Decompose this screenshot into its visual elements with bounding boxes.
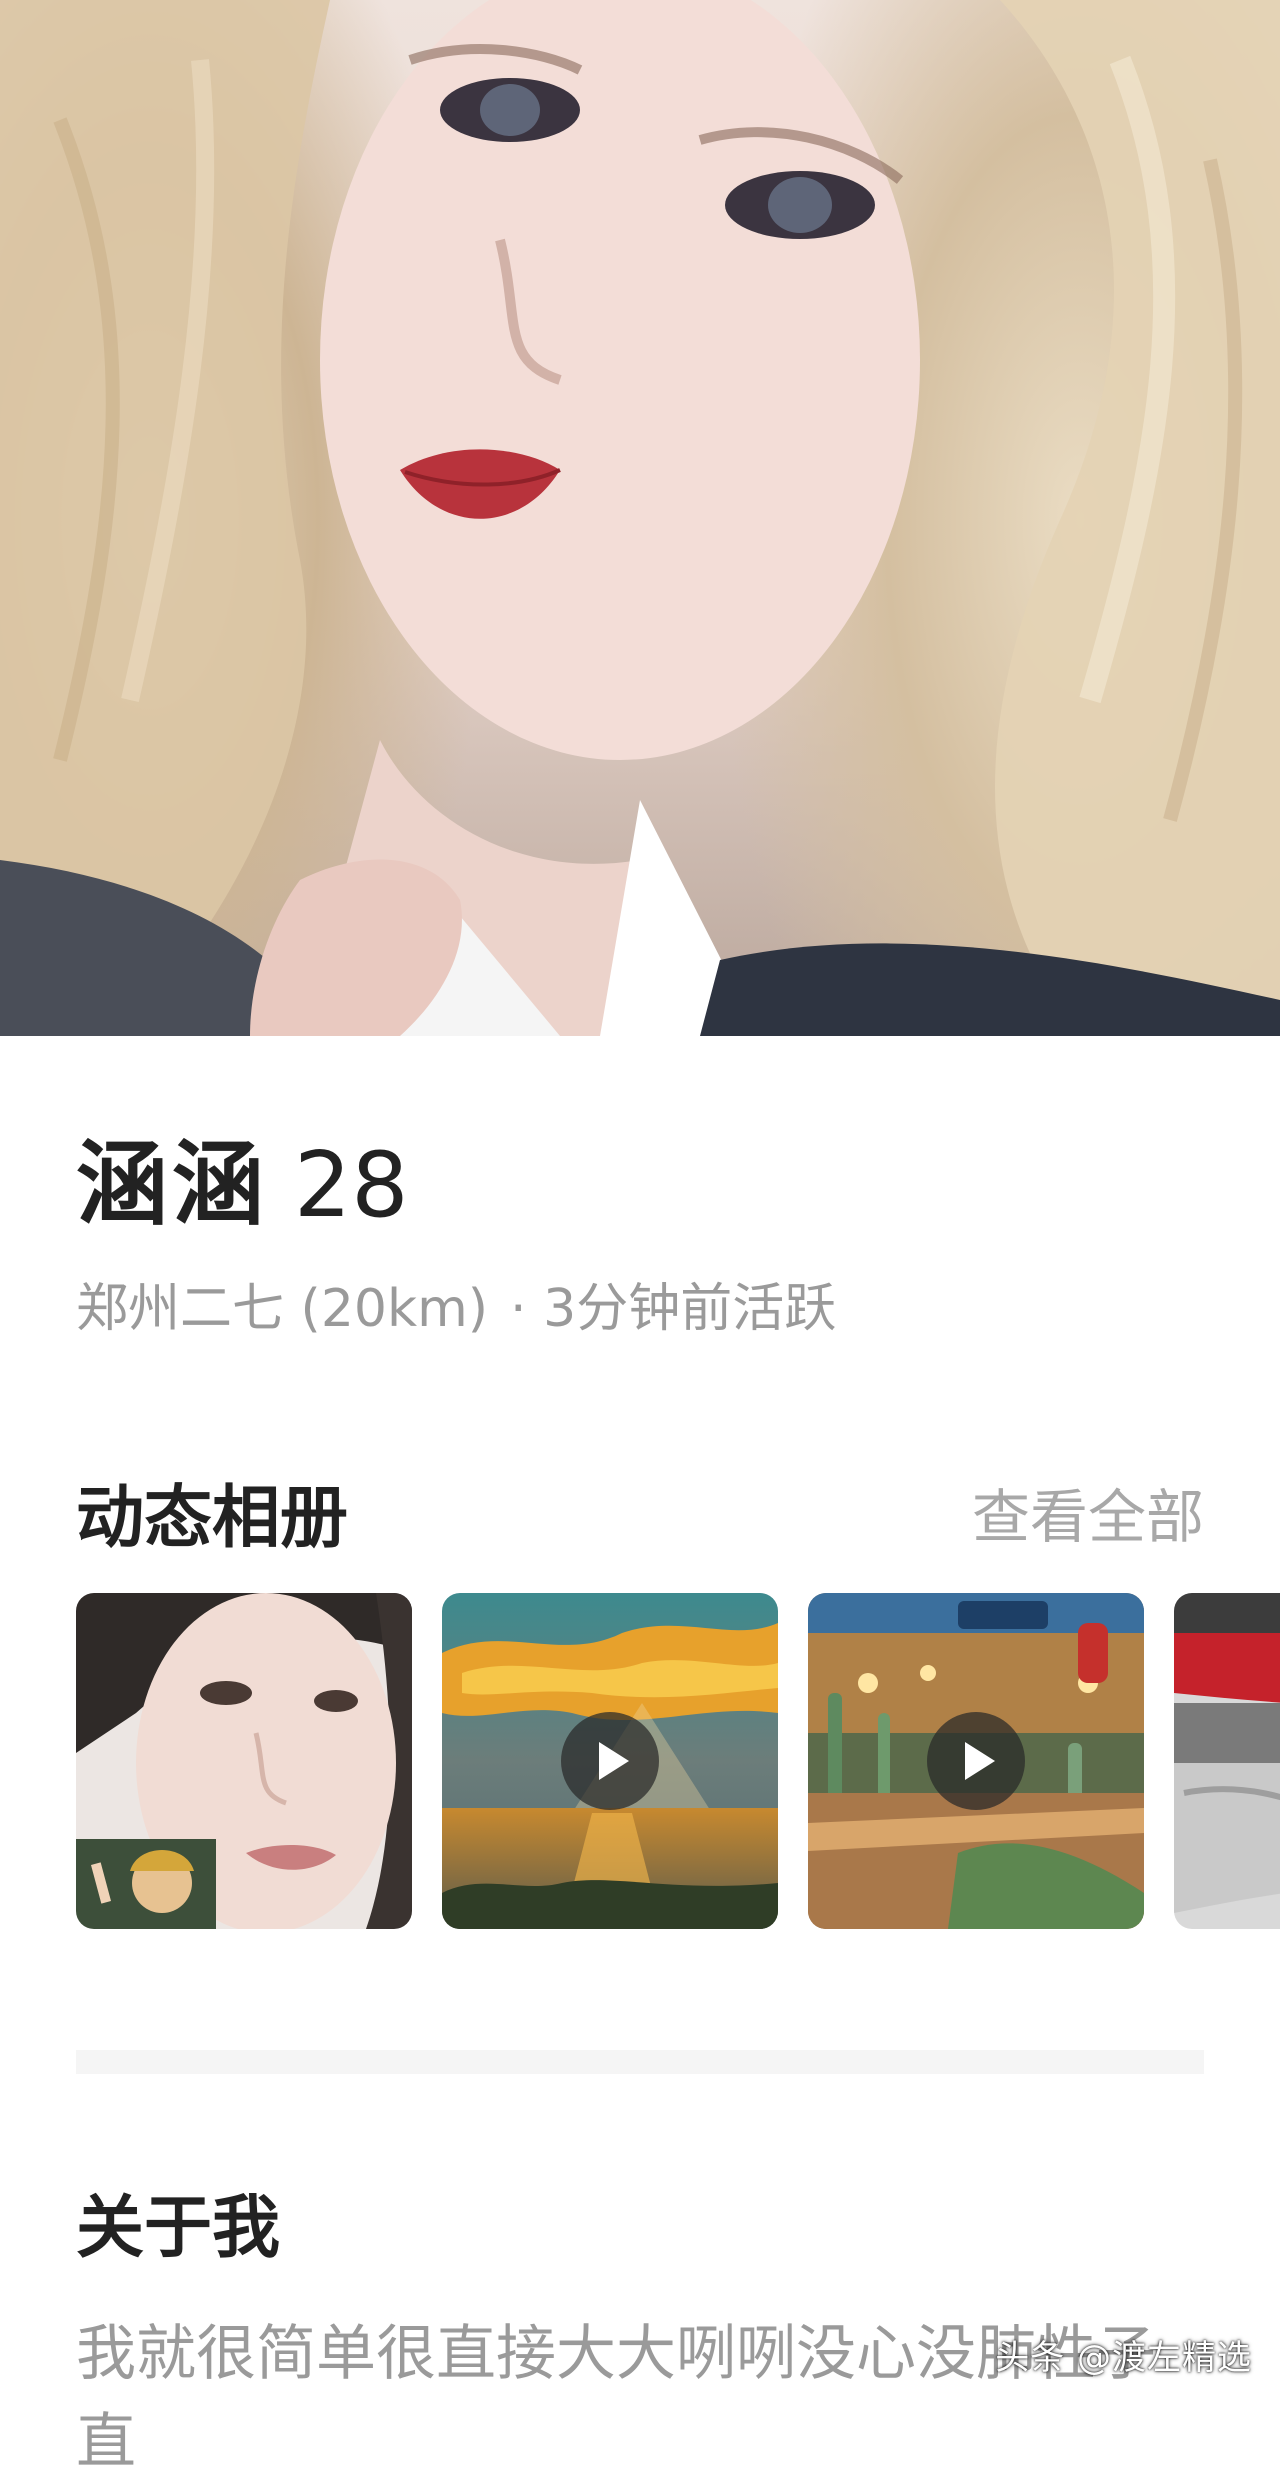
view-all-link[interactable]: 查看全部 (972, 1470, 1204, 1554)
profile-age: 28 (294, 1133, 409, 1238)
album-thumb-video-2[interactable] (808, 1593, 1144, 1929)
profile-location: 郑州二七 (20km) (76, 1279, 489, 1339)
play-icon[interactable] (561, 1712, 659, 1810)
album-strip[interactable] (76, 1593, 1280, 1929)
about-title: 关于我 (76, 2189, 281, 2268)
album-thumb-photo-1[interactable] (76, 1593, 412, 1929)
watermark: 头条 @渡左精选 (995, 2338, 1252, 2378)
album-title: 动态相册 (76, 1479, 349, 1558)
profile-name-row: 涵涵 28 (76, 1110, 409, 1243)
scooter-photo (1174, 1593, 1280, 1929)
profile-photo[interactable] (0, 0, 1280, 1036)
profile-meta: 郑州二七 (20km) · 3分钟前活跃 (76, 1266, 836, 1341)
play-icon[interactable] (927, 1712, 1025, 1810)
profile-active-status: · 3分钟前活跃 (510, 1279, 837, 1339)
profile-photo-illustration (0, 0, 1280, 1036)
album-thumb-photo-2[interactable] (1174, 1593, 1280, 1929)
album-thumb-video-1[interactable] (442, 1593, 778, 1929)
profile-name: 涵涵 (76, 1131, 269, 1238)
selfie-photo (76, 1593, 412, 1929)
section-divider (76, 2050, 1204, 2074)
